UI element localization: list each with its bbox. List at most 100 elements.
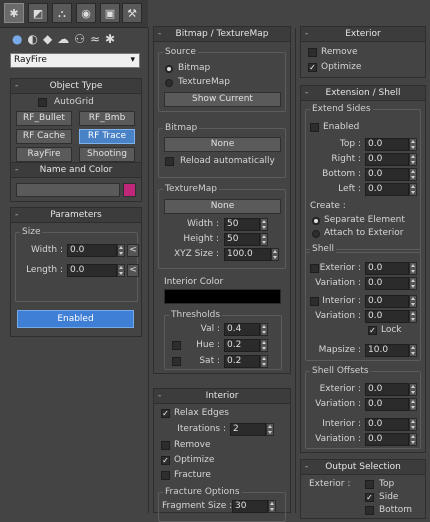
spinner-arrows-icon[interactable] — [268, 500, 276, 513]
spinner-arrows-icon[interactable] — [117, 244, 125, 257]
tex-height-spinner[interactable]: 50 — [224, 233, 268, 246]
reload-checkbox[interactable] — [165, 157, 174, 166]
extend-right-spinner[interactable]: 0.0 — [365, 153, 417, 166]
interior-remove-checkbox[interactable] — [161, 441, 170, 450]
output-bottom-checkbox[interactable] — [365, 506, 374, 515]
spinner-arrows-icon[interactable] — [409, 383, 417, 396]
spinner-arrows-icon[interactable] — [260, 355, 268, 368]
lock-checkbox[interactable]: ✓ — [368, 326, 377, 335]
threshold-val-spinner[interactable]: 0.4 — [224, 323, 268, 336]
extend-enabled-checkbox[interactable] — [310, 123, 319, 132]
create-tab-icon[interactable]: ✱ — [4, 3, 24, 23]
lights-icon[interactable]: ◆ — [43, 32, 52, 46]
spinner-arrows-icon[interactable] — [266, 423, 274, 436]
rf-trace-button[interactable]: RF Trace — [79, 129, 135, 144]
spinner-arrows-icon[interactable] — [409, 398, 417, 411]
width-spinner[interactable]: 0.0 — [67, 244, 125, 257]
rf-cache-button[interactable]: RF Cache — [16, 129, 72, 144]
extension-shell-header[interactable]: - Extension / Shell — [301, 86, 425, 101]
texturemap-none-button[interactable]: None — [164, 199, 281, 214]
rf-bmb-button[interactable]: RF_Bmb — [79, 111, 135, 126]
spinner-arrows-icon[interactable] — [409, 433, 417, 446]
shapes-icon[interactable]: ◐ — [27, 32, 37, 46]
offset-int-variation-spinner[interactable]: 0.0 — [365, 433, 417, 446]
name-color-header[interactable]: - Name and Color — [11, 163, 141, 178]
sat-checkbox[interactable] — [172, 357, 181, 366]
rf-bullet-button[interactable]: RF_Bullet — [16, 111, 72, 126]
shooting-button[interactable]: Shooting — [79, 147, 135, 162]
object-type-header[interactable]: - Object Type — [11, 79, 141, 94]
spacewarps-icon[interactable]: ≈ — [90, 32, 100, 46]
spinner-arrows-icon[interactable] — [409, 344, 417, 357]
attach-exterior-radio[interactable] — [312, 230, 320, 238]
spinner-arrows-icon[interactable] — [409, 138, 417, 151]
output-side-checkbox[interactable]: ✓ — [365, 493, 374, 502]
output-selection-header[interactable]: - Output Selection — [301, 460, 425, 475]
spinner-arrows-icon[interactable] — [260, 323, 268, 336]
bitmap-texturemap-header[interactable]: - Bitmap / TextureMap — [154, 27, 290, 42]
spinner-arrows-icon[interactable] — [409, 295, 417, 308]
geometry-icon[interactable]: ● — [12, 32, 22, 46]
spinner-arrows-icon[interactable] — [409, 262, 417, 275]
output-top-checkbox[interactable] — [365, 480, 374, 489]
shell-ext-variation-spinner[interactable]: 0.0 — [365, 277, 417, 290]
cameras-icon[interactable]: ☁ — [57, 32, 69, 46]
utilities-tab-icon[interactable]: ⚒ — [122, 3, 142, 23]
shell-interior-spinner[interactable]: 0.0 — [365, 295, 417, 308]
shell-int-variation-spinner[interactable]: 0.0 — [365, 310, 417, 323]
width-pick-button[interactable]: < — [127, 244, 139, 257]
display-tab-icon[interactable]: ▣ — [100, 3, 120, 23]
length-spinner[interactable]: 0.0 — [67, 264, 125, 277]
autogrid-checkbox[interactable] — [38, 98, 47, 107]
rayfire-button[interactable]: RayFire — [16, 147, 72, 162]
object-color-swatch[interactable] — [123, 183, 136, 197]
exterior-remove-checkbox[interactable] — [308, 48, 317, 57]
spinner-arrows-icon[interactable] — [409, 183, 417, 196]
threshold-hue-spinner[interactable]: 0.2 — [224, 339, 268, 352]
hue-checkbox[interactable] — [172, 341, 181, 350]
modify-tab-icon[interactable]: ◩ — [28, 3, 48, 23]
spinner-arrows-icon[interactable] — [260, 339, 268, 352]
fracture-checkbox[interactable] — [161, 471, 170, 480]
enabled-button[interactable]: Enabled — [17, 310, 134, 328]
show-current-button[interactable]: Show Current — [164, 92, 281, 107]
interior-header[interactable]: - Interior — [154, 389, 290, 404]
spinner-arrows-icon[interactable] — [260, 218, 268, 231]
source-bitmap-radio[interactable] — [165, 65, 173, 73]
tex-width-spinner[interactable]: 50 — [224, 218, 268, 231]
spinner-arrows-icon[interactable] — [409, 153, 417, 166]
relax-edges-checkbox[interactable]: ✓ — [161, 409, 170, 418]
extend-top-spinner[interactable]: 0.0 — [365, 138, 417, 151]
bitmap-none-button[interactable]: None — [164, 137, 281, 152]
interior-color-swatch[interactable] — [164, 289, 281, 304]
threshold-sat-spinner[interactable]: 0.2 — [224, 355, 268, 368]
offset-ext-variation-spinner[interactable]: 0.0 — [365, 398, 417, 411]
spinner-arrows-icon[interactable] — [260, 233, 268, 246]
fragment-size-spinner[interactable]: 30 — [232, 500, 276, 513]
category-dropdown[interactable]: RayFire ▾ — [10, 53, 140, 68]
exterior-header[interactable]: - Exterior — [301, 27, 425, 42]
mapsize-spinner[interactable]: 10.0 — [365, 344, 417, 357]
offset-interior-spinner[interactable]: 0.0 — [365, 418, 417, 431]
length-pick-button[interactable]: < — [127, 264, 139, 277]
parameters-header[interactable]: - Parameters — [11, 208, 141, 223]
motion-tab-icon[interactable]: ◉ — [76, 3, 96, 23]
spinner-arrows-icon[interactable] — [117, 264, 125, 277]
shell-exterior-checkbox[interactable] — [310, 264, 319, 273]
spinner-arrows-icon[interactable] — [409, 277, 417, 290]
offset-exterior-spinner[interactable]: 0.0 — [365, 383, 417, 396]
separate-element-radio[interactable] — [312, 217, 320, 225]
extend-bottom-spinner[interactable]: 0.0 — [365, 168, 417, 181]
spinner-arrows-icon[interactable] — [409, 168, 417, 181]
source-texturemap-radio[interactable] — [165, 79, 173, 87]
spinner-arrows-icon[interactable] — [409, 418, 417, 431]
extend-left-spinner[interactable]: 0.0 — [365, 183, 417, 196]
shell-exterior-spinner[interactable]: 0.0 — [365, 262, 417, 275]
spinner-arrows-icon[interactable] — [271, 248, 279, 261]
shell-interior-checkbox[interactable] — [310, 297, 319, 306]
exterior-optimize-checkbox[interactable]: ✓ — [308, 63, 317, 72]
xyz-size-spinner[interactable]: 100.0 — [224, 248, 279, 261]
iterations-spinner[interactable]: 2 — [230, 423, 274, 436]
spinner-arrows-icon[interactable] — [409, 310, 417, 323]
hierarchy-tab-icon[interactable]: ⛬ — [52, 3, 72, 23]
